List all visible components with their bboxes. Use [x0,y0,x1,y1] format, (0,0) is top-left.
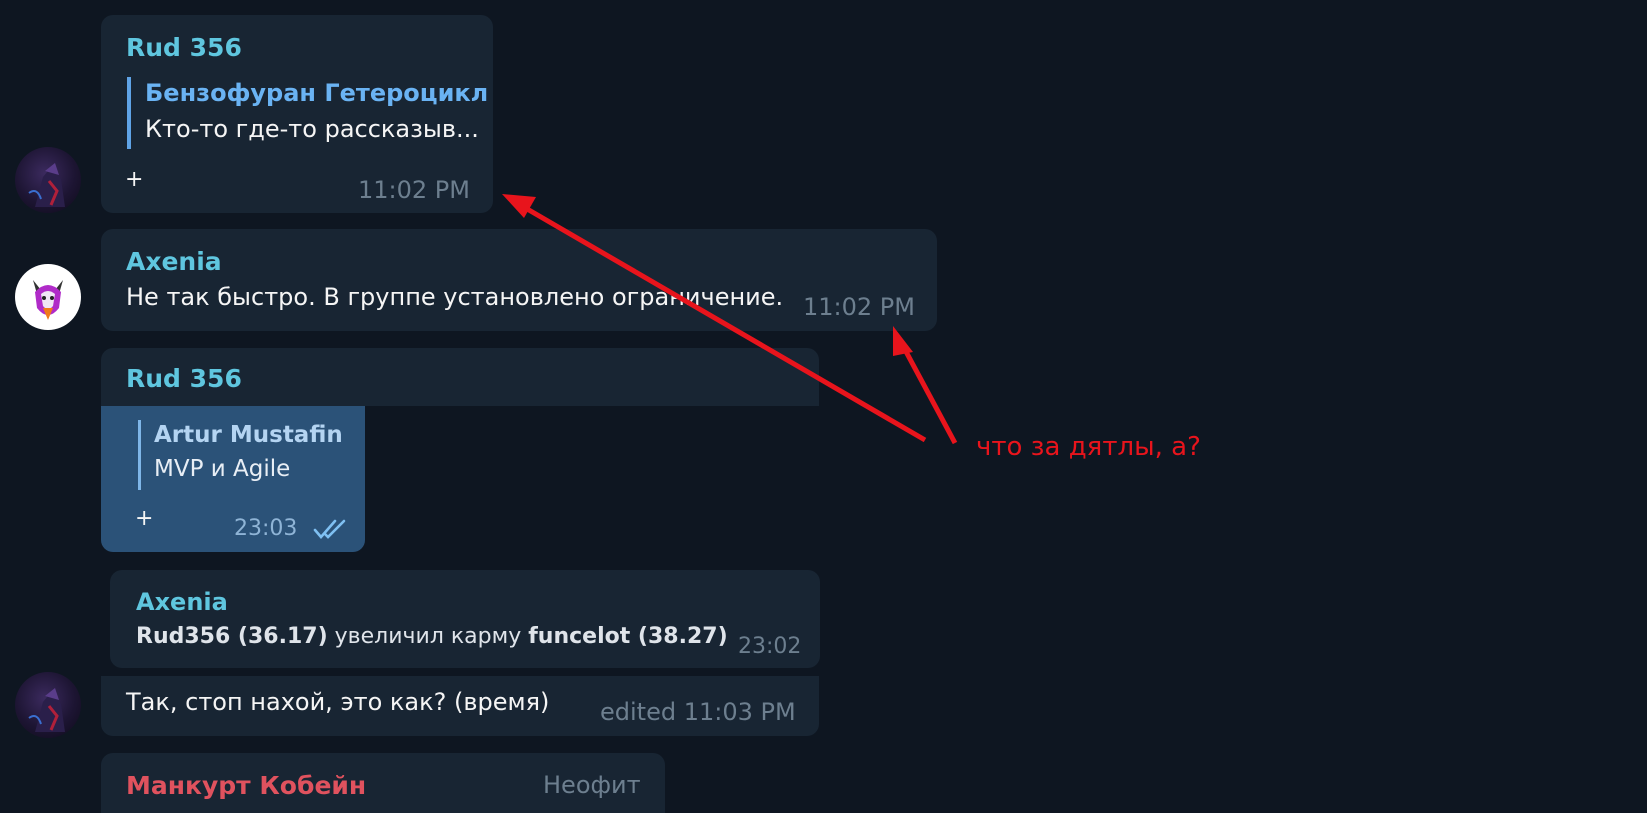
annotation-arrow-2 [900,344,958,445]
annotation-arrowhead-2 [893,326,913,356]
annotation-text: что за дятлы, а? [976,432,1201,462]
annotation-arrow-1 [520,203,927,443]
annotation-arrowhead-1 [502,194,536,218]
annotation-arrows [502,194,958,445]
